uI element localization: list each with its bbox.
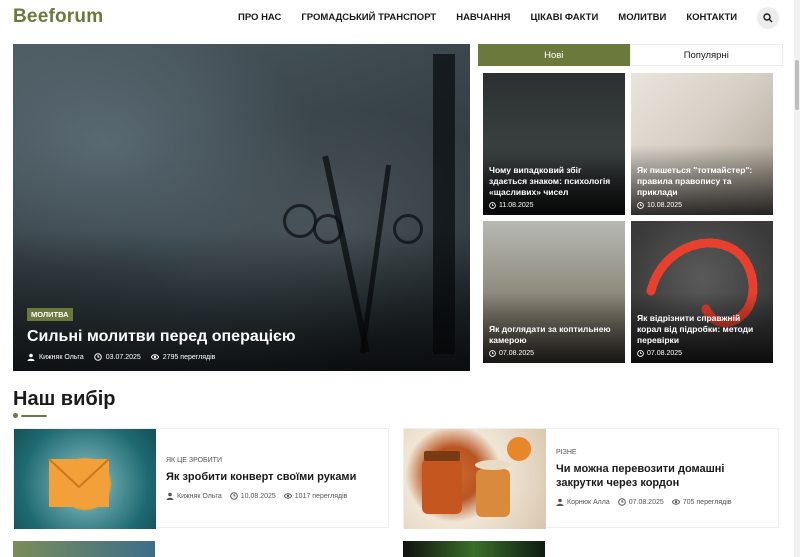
post-author[interactable]: Корнюк Алла	[567, 499, 610, 506]
post-thumbnail-partial[interactable]	[13, 541, 155, 557]
post-views: 1017 переглядів	[294, 492, 348, 500]
hero-content: МОЛИТВА Сильні молитви перед операцією К…	[27, 304, 296, 361]
site-logo[interactable]: Beeforum	[13, 6, 103, 28]
featured-post[interactable]: ЯК ЦЕ ЗРОБИТИ Як зробити конверт своїми …	[13, 428, 389, 529]
card-date: 07.08.2025	[499, 350, 535, 357]
clock-icon	[93, 353, 102, 361]
post-date: 10.08.2025	[240, 492, 276, 500]
card-date: 10.08.2025	[647, 202, 683, 209]
clock-icon	[489, 202, 496, 209]
hero-category-badge[interactable]: МОЛИТВА	[27, 308, 73, 321]
hero-image-detail	[433, 54, 455, 354]
post-thumbnail[interactable]	[404, 429, 546, 529]
post-body: РІЗНЕ Чи можна перевозити домашні закрут…	[546, 429, 778, 527]
underline-line	[21, 415, 47, 417]
hero-image-detail	[359, 164, 392, 354]
hero-views: 2795 переглядів	[162, 353, 216, 361]
envelope-image	[48, 458, 110, 507]
user-icon	[556, 498, 564, 506]
eye-icon	[150, 354, 159, 360]
hero-article[interactable]: МОЛИТВА Сильні молитви перед операцією К…	[13, 44, 470, 371]
card-text: Як відрізнити справжній корал від підроб…	[637, 313, 767, 357]
post-title[interactable]: Чи можна перевозити домашні закрутки чер…	[556, 462, 768, 490]
site-header: Beeforum ПРО НАС ГРОМАДСЬКИЙ ТРАНСПОРТ Н…	[0, 0, 800, 38]
post-author[interactable]: Кижняк Ольга	[177, 493, 222, 500]
grid-card[interactable]: Чому випадковий збіг здається знаком: пс…	[483, 73, 625, 215]
nav-item-contacts[interactable]: КОНТАКТИ	[686, 12, 737, 23]
hero-image-detail	[283, 204, 317, 238]
eye-icon	[671, 499, 680, 505]
grid-card[interactable]: Як відрізнити справжній корал від підроб…	[631, 221, 773, 363]
post-views: 705 переглядів	[682, 498, 732, 506]
card-title[interactable]: Як пишеться "тотмайстер": правила правоп…	[637, 165, 767, 198]
grid-card[interactable]: Як доглядати за коптильнею камерою 07.08…	[483, 221, 625, 363]
hero-image-detail	[322, 155, 370, 353]
card-meta: 11.08.2025	[489, 202, 619, 209]
card-date: 11.08.2025	[499, 202, 534, 209]
card-meta: 07.08.2025	[489, 350, 619, 357]
clock-icon	[637, 202, 644, 209]
post-meta: Кижняк Ольга 10.08.2025 1017 переглядів	[166, 492, 378, 500]
post-body: ЯК ЦЕ ЗРОБИТИ Як зробити конверт своїми …	[156, 429, 388, 527]
card-title[interactable]: Як відрізнити справжній корал від підроб…	[637, 313, 767, 346]
card-title[interactable]: Як доглядати за коптильнею камерою	[489, 324, 619, 346]
card-text: Як доглядати за коптильнею камерою 07.08…	[489, 324, 619, 357]
page-scrollbar[interactable]	[794, 0, 800, 557]
tab-popular[interactable]: Популярні	[629, 44, 783, 66]
grid-card[interactable]: Як пишеться "тотмайстер": правила правоп…	[631, 73, 773, 215]
card-text: Чому випадковий збіг здається знаком: пс…	[489, 165, 619, 209]
clock-icon	[489, 350, 496, 357]
user-icon	[166, 492, 174, 500]
scroll-thumb[interactable]	[795, 60, 799, 110]
post-thumbnail[interactable]	[14, 429, 156, 529]
post-title[interactable]: Як зробити конверт своїми руками	[166, 470, 378, 484]
hero-meta: Кижняк Ольга 03.07.2025 2795 переглядів	[27, 353, 296, 361]
hero-author[interactable]: Кижняк Ольга	[39, 354, 84, 361]
post-category[interactable]: РІЗНЕ	[556, 449, 768, 456]
featured-post[interactable]: РІЗНЕ Чи можна перевозити домашні закрут…	[403, 428, 779, 529]
nav-item-transport[interactable]: ГРОМАДСЬКИЙ ТРАНСПОРТ	[301, 12, 436, 23]
card-title[interactable]: Чому випадковий збіг здається знаком: пс…	[489, 165, 619, 198]
search-button[interactable]	[757, 7, 779, 29]
user-icon	[27, 353, 35, 361]
post-category[interactable]: ЯК ЦЕ ЗРОБИТИ	[166, 457, 378, 464]
post-date: 07.08.2025	[628, 498, 664, 506]
jars-image	[422, 437, 531, 517]
nav-item-prayers[interactable]: МОЛИТВИ	[618, 12, 666, 23]
clock-icon	[617, 498, 626, 506]
posts-tabs: Нові Популярні	[478, 44, 783, 66]
clock-icon	[229, 492, 238, 500]
eye-icon	[283, 493, 292, 499]
main-nav: ПРО НАС ГРОМАДСЬКИЙ ТРАНСПОРТ НАВЧАННЯ Ц…	[238, 12, 757, 23]
section-title: Наш вибір	[13, 388, 116, 410]
post-meta: Корнюк Алла 07.08.2025 705 переглядів	[556, 498, 768, 506]
section-underline	[13, 413, 47, 418]
clock-icon	[637, 350, 644, 357]
card-meta: 07.08.2025	[637, 350, 767, 357]
underline-dot	[13, 413, 18, 418]
hero-image-detail	[393, 214, 423, 244]
card-date: 07.08.2025	[647, 350, 683, 357]
card-meta: 10.08.2025	[637, 202, 767, 209]
search-icon	[763, 13, 773, 23]
card-text: Як пишеться "тотмайстер": правила правоп…	[637, 165, 767, 209]
hero-title[interactable]: Сильні молитви перед операцією	[27, 328, 296, 346]
tab-new[interactable]: Нові	[478, 44, 630, 66]
hero-date: 03.07.2025	[105, 353, 141, 361]
nav-item-about[interactable]: ПРО НАС	[238, 12, 281, 23]
nav-item-education[interactable]: НАВЧАННЯ	[456, 12, 510, 23]
post-thumbnail-partial[interactable]	[403, 541, 545, 557]
nav-item-facts[interactable]: ЦІКАВІ ФАКТИ	[531, 12, 599, 23]
